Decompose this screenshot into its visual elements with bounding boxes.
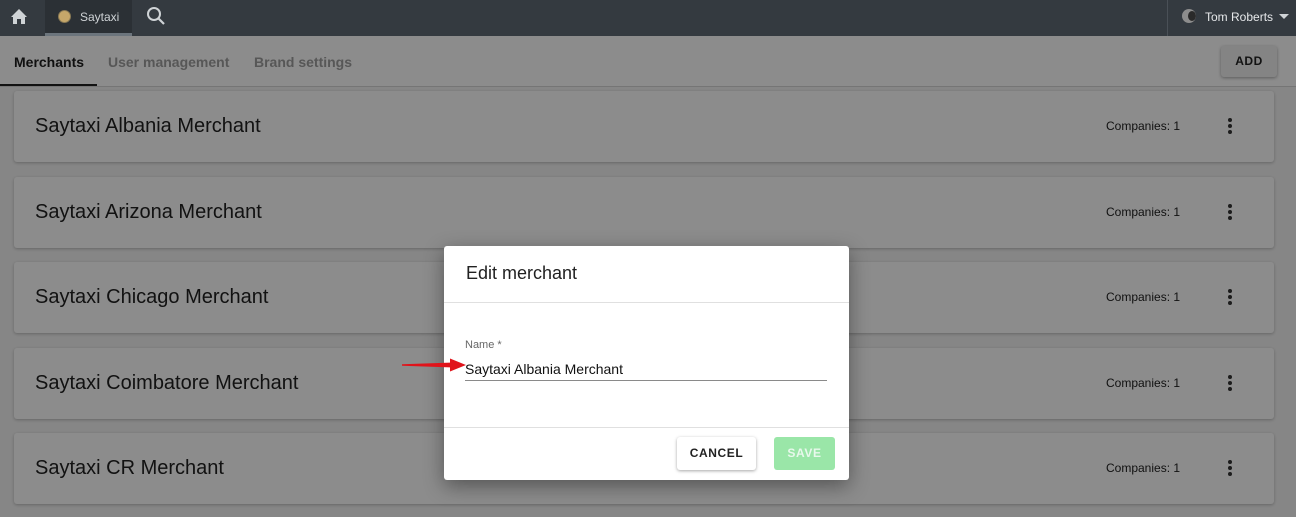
avatar [1182, 9, 1196, 23]
caret-down-icon[interactable] [1279, 14, 1289, 19]
edit-merchant-dialog: Edit merchant Name * CANCEL SAVE [444, 246, 849, 480]
save-button[interactable]: SAVE [774, 437, 835, 470]
top-bar: Saytaxi Tom Roberts [0, 0, 1296, 36]
topbar-divider [1167, 0, 1168, 36]
divider [444, 302, 849, 303]
annotation-arrow-icon [402, 357, 468, 373]
divider [444, 427, 849, 428]
name-field-label: Name * [465, 339, 502, 351]
user-name: Tom Roberts [1205, 10, 1274, 24]
dialog-title: Edit merchant [466, 263, 578, 283]
cancel-button[interactable]: CANCEL [677, 437, 756, 470]
saytaxi-logo-icon [58, 10, 71, 23]
home-icon[interactable] [8, 6, 30, 28]
user-menu[interactable]: Tom Roberts [1182, 0, 1296, 36]
tab-saytaxi[interactable]: Saytaxi [45, 0, 132, 36]
tab-label: Saytaxi [80, 10, 120, 24]
name-input[interactable] [465, 357, 827, 381]
search-icon[interactable] [145, 5, 167, 27]
